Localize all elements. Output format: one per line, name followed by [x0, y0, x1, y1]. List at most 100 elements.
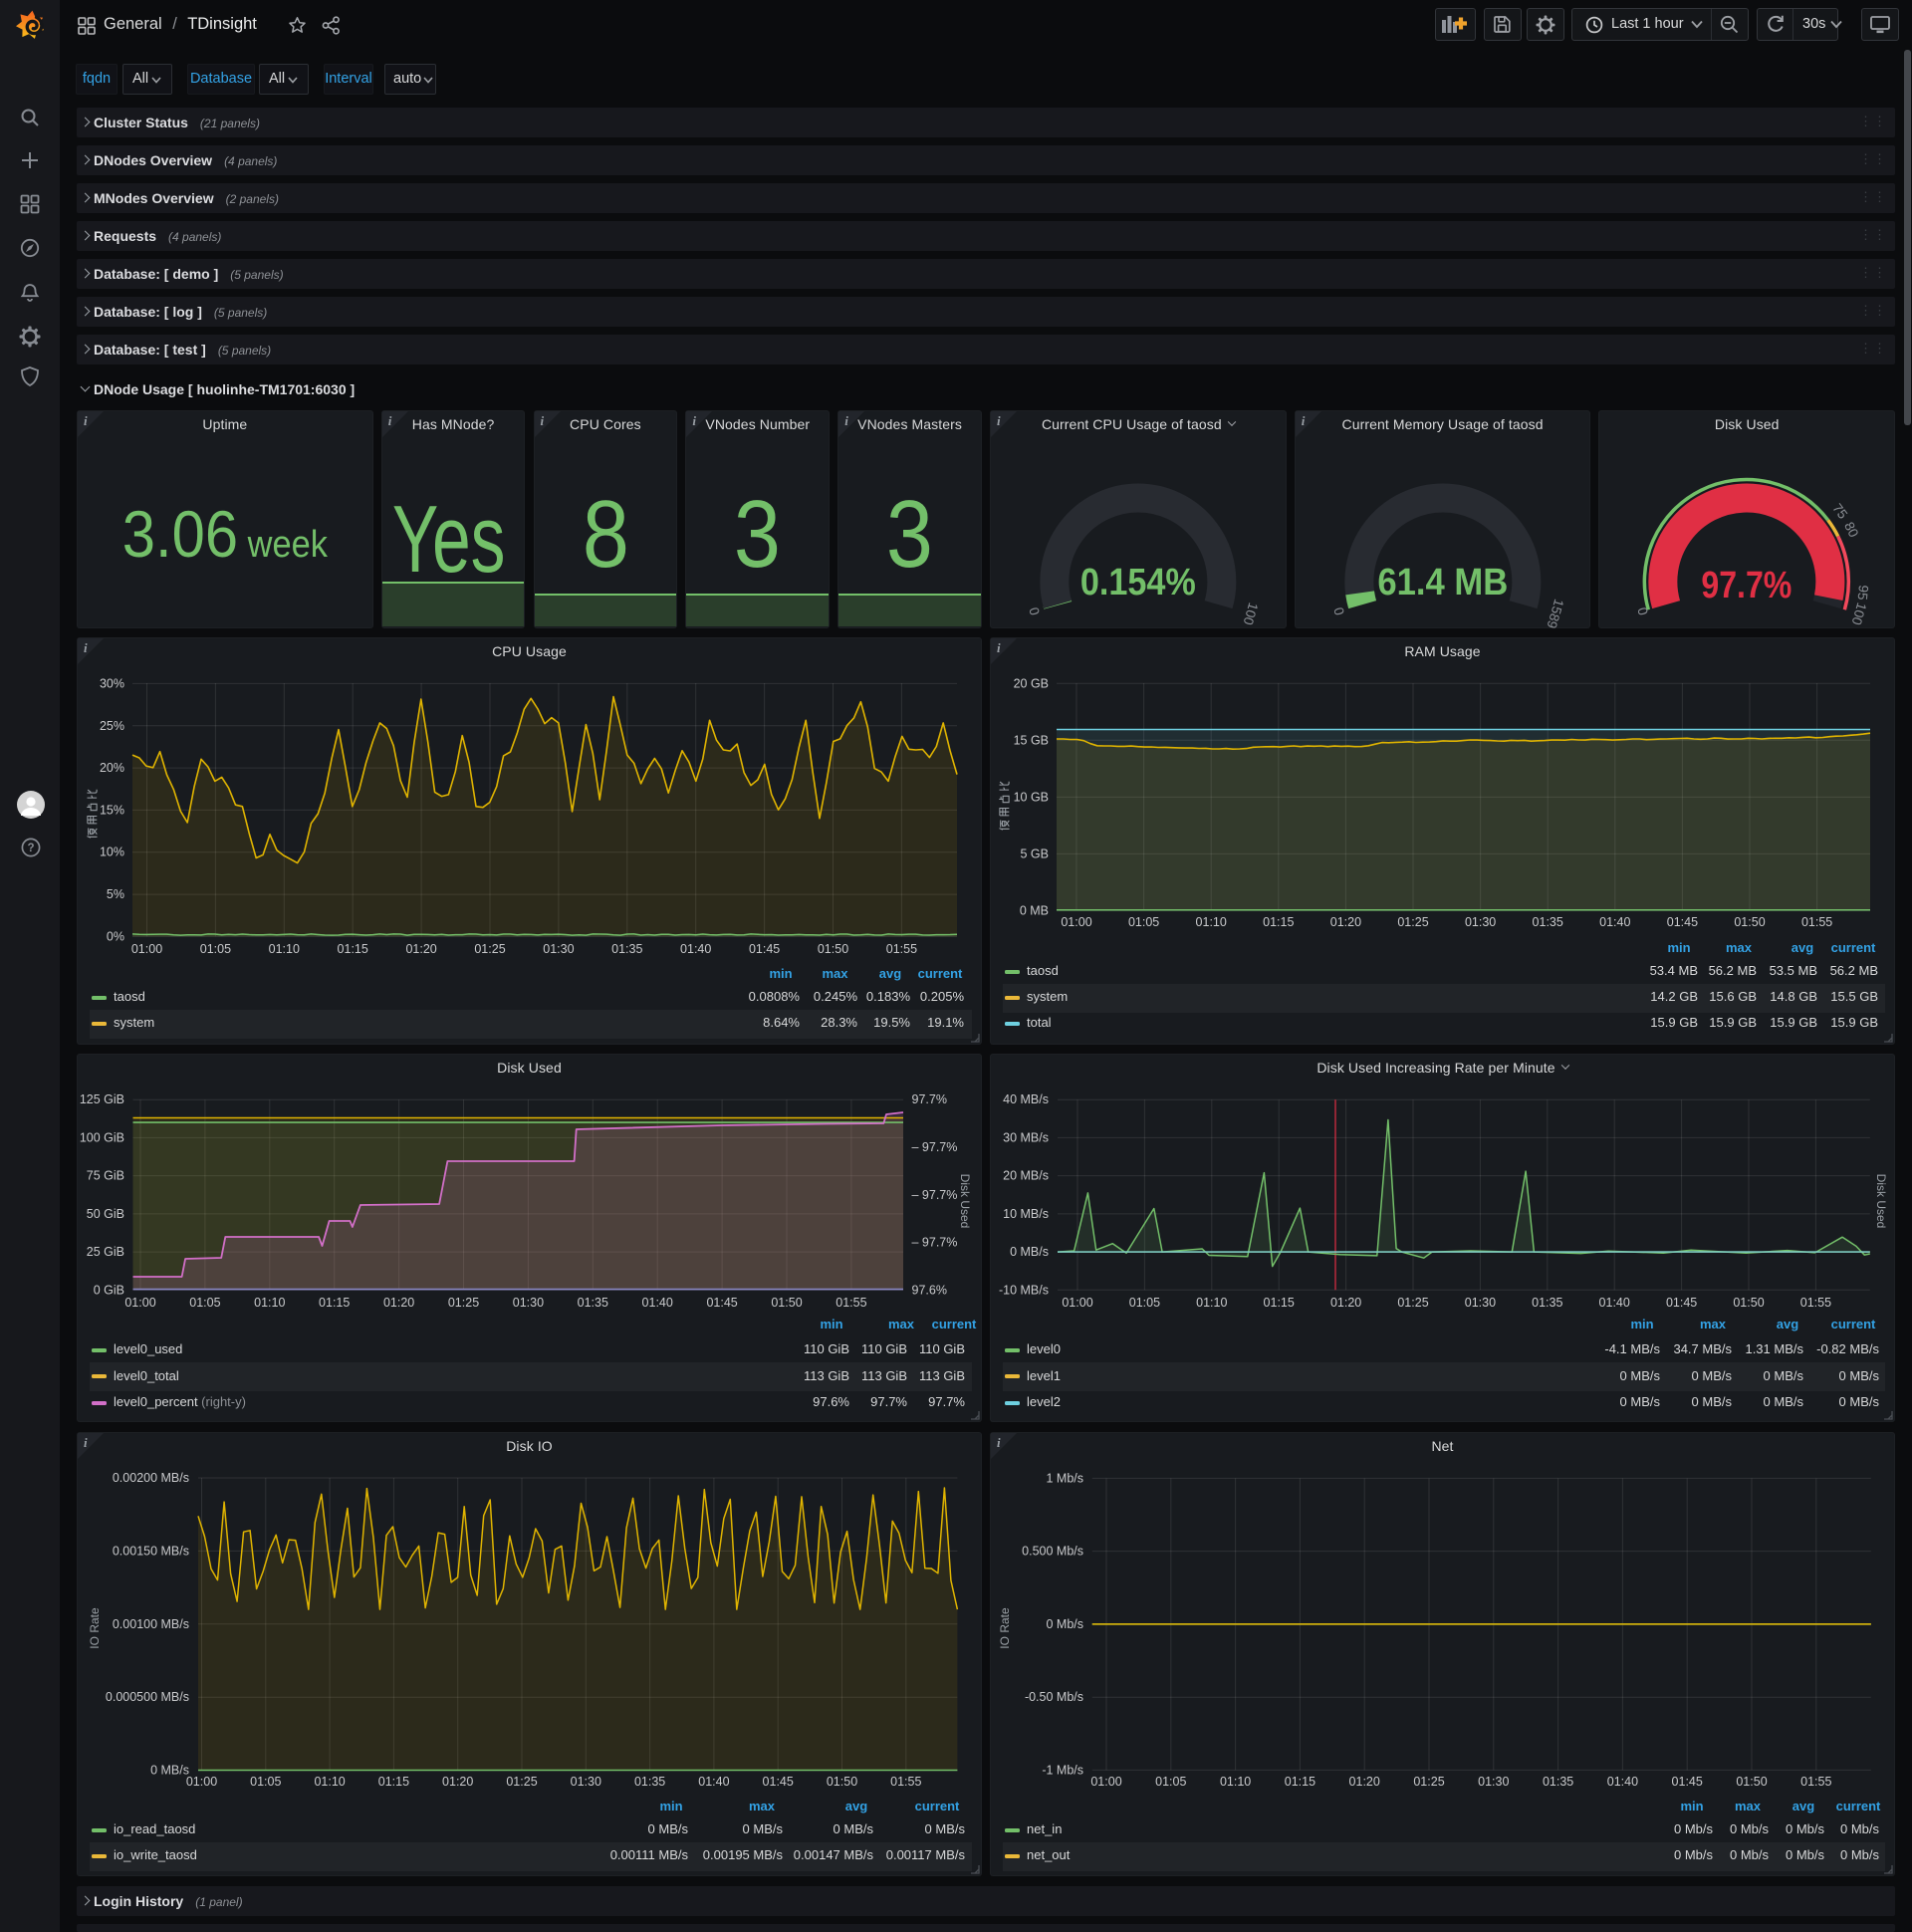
svg-text:01:25: 01:25	[448, 1296, 479, 1310]
svg-text:– 97.7%: – 97.7%	[912, 1236, 958, 1250]
svg-text:01:00: 01:00	[124, 1296, 155, 1310]
svg-text:0.154%: 0.154%	[1080, 562, 1196, 604]
svg-text:01:40: 01:40	[1599, 1296, 1630, 1310]
svg-text:0 Mb/s: 0 Mb/s	[1046, 1617, 1083, 1631]
svg-text:5%: 5%	[107, 887, 124, 901]
svg-text:100: 100	[1241, 601, 1262, 626]
svg-text:30%: 30%	[100, 676, 124, 690]
svg-text:25 GiB: 25 GiB	[87, 1245, 124, 1259]
svg-text:01:30: 01:30	[571, 1775, 601, 1789]
svg-text:01:15: 01:15	[378, 1775, 409, 1789]
svg-text:01:35: 01:35	[611, 942, 642, 956]
svg-text:01:30: 01:30	[1478, 1775, 1509, 1789]
svg-text:01:40: 01:40	[1599, 915, 1630, 929]
svg-text:01:25: 01:25	[474, 942, 505, 956]
svg-text:97.7%: 97.7%	[1702, 565, 1792, 606]
svg-text:01:40: 01:40	[698, 1775, 729, 1789]
svg-text:01:30: 01:30	[1465, 915, 1496, 929]
svg-text:25%: 25%	[100, 719, 124, 733]
svg-text:20%: 20%	[100, 761, 124, 775]
svg-text:01:15: 01:15	[1264, 1296, 1295, 1310]
svg-text:15%: 15%	[100, 803, 124, 817]
svg-text:01:05: 01:05	[1155, 1775, 1186, 1789]
svg-text:75: 75	[1830, 501, 1851, 522]
svg-text:0.00100 MB/s: 0.00100 MB/s	[113, 1617, 189, 1631]
svg-text:20 MB/s: 20 MB/s	[1003, 1169, 1049, 1183]
svg-text:01:05: 01:05	[189, 1296, 220, 1310]
svg-text:10 GB: 10 GB	[1014, 790, 1049, 804]
svg-text:01:00: 01:00	[1090, 1775, 1121, 1789]
svg-text:01:45: 01:45	[1667, 915, 1698, 929]
svg-text:01:05: 01:05	[200, 942, 231, 956]
svg-text:01:20: 01:20	[442, 1775, 473, 1789]
svg-text:01:10: 01:10	[1196, 1296, 1227, 1310]
svg-text:01:35: 01:35	[634, 1775, 665, 1789]
svg-text:-1 Mb/s: -1 Mb/s	[1042, 1763, 1083, 1777]
svg-text:01:20: 01:20	[1349, 1775, 1380, 1789]
svg-text:?: ?	[27, 843, 34, 854]
svg-text:01:00: 01:00	[1061, 915, 1091, 929]
svg-text:01:20: 01:20	[383, 1296, 414, 1310]
svg-text:100: 100	[1849, 601, 1870, 626]
svg-text:01:55: 01:55	[1800, 1296, 1831, 1310]
svg-text:01:05: 01:05	[1129, 1296, 1160, 1310]
svg-text:01:50: 01:50	[1736, 1775, 1767, 1789]
svg-text:01:50: 01:50	[818, 942, 848, 956]
svg-text:40 MB/s: 40 MB/s	[1003, 1092, 1049, 1106]
svg-text:1589: 1589	[1544, 598, 1566, 628]
svg-text:95: 95	[1855, 585, 1871, 601]
svg-text:– 97.7%: – 97.7%	[912, 1140, 958, 1154]
svg-text:01:15: 01:15	[1285, 1775, 1315, 1789]
svg-text:0%: 0%	[107, 929, 124, 943]
svg-text:01:50: 01:50	[771, 1296, 802, 1310]
svg-text:01:00: 01:00	[1062, 1296, 1092, 1310]
svg-text:01:25: 01:25	[1413, 1775, 1444, 1789]
svg-text:61.4 MB: 61.4 MB	[1377, 562, 1508, 604]
svg-text:20 GB: 20 GB	[1014, 676, 1049, 690]
svg-text:0.00200 MB/s: 0.00200 MB/s	[113, 1471, 189, 1485]
svg-text:0.000500 MB/s: 0.000500 MB/s	[106, 1690, 189, 1704]
svg-text:01:25: 01:25	[1397, 915, 1428, 929]
svg-text:01:15: 01:15	[338, 942, 368, 956]
svg-text:01:45: 01:45	[749, 942, 780, 956]
svg-text:0 MB: 0 MB	[1020, 903, 1049, 917]
svg-text:01:55: 01:55	[836, 1296, 866, 1310]
svg-text:80: 80	[1841, 520, 1861, 540]
svg-text:125 GiB: 125 GiB	[80, 1092, 124, 1106]
svg-text:100 GiB: 100 GiB	[80, 1130, 124, 1144]
svg-text:97.7%: 97.7%	[912, 1092, 947, 1106]
svg-text:01:55: 01:55	[886, 942, 917, 956]
svg-text:01:30: 01:30	[1465, 1296, 1496, 1310]
svg-text:0: 0	[1330, 605, 1346, 616]
svg-text:01:35: 01:35	[1532, 1296, 1562, 1310]
svg-text:10 MB/s: 10 MB/s	[1003, 1207, 1049, 1221]
svg-text:01:10: 01:10	[269, 942, 300, 956]
svg-text:5 GB: 5 GB	[1021, 846, 1050, 860]
svg-text:01:40: 01:40	[1607, 1775, 1638, 1789]
svg-text:01:45: 01:45	[1672, 1775, 1703, 1789]
svg-text:01:30: 01:30	[543, 942, 574, 956]
svg-text:01:40: 01:40	[680, 942, 711, 956]
svg-text:01:45: 01:45	[706, 1296, 737, 1310]
svg-text:01:00: 01:00	[186, 1775, 217, 1789]
svg-text:01:20: 01:20	[405, 942, 436, 956]
svg-text:01:55: 01:55	[890, 1775, 921, 1789]
svg-text:15 GB: 15 GB	[1014, 733, 1049, 747]
svg-text:01:45: 01:45	[1666, 1296, 1697, 1310]
svg-text:0 GiB: 0 GiB	[94, 1283, 124, 1297]
svg-text:01:45: 01:45	[763, 1775, 794, 1789]
svg-text:75 GiB: 75 GiB	[87, 1169, 124, 1183]
svg-text:01:10: 01:10	[1220, 1775, 1251, 1789]
svg-text:01:55: 01:55	[1800, 1775, 1831, 1789]
svg-text:01:55: 01:55	[1801, 915, 1832, 929]
svg-text:0: 0	[1026, 605, 1042, 616]
svg-text:01:10: 01:10	[1196, 915, 1227, 929]
svg-text:0 MB/s: 0 MB/s	[1010, 1245, 1049, 1259]
svg-text:1 Mb/s: 1 Mb/s	[1046, 1471, 1083, 1485]
svg-text:0: 0	[1635, 605, 1651, 616]
svg-text:01:50: 01:50	[1733, 1296, 1764, 1310]
svg-text:-0.50 Mb/s: -0.50 Mb/s	[1025, 1690, 1083, 1704]
svg-text:– 97.7%: – 97.7%	[912, 1188, 958, 1202]
svg-text:10%: 10%	[100, 845, 124, 859]
svg-text:01:35: 01:35	[1533, 915, 1563, 929]
